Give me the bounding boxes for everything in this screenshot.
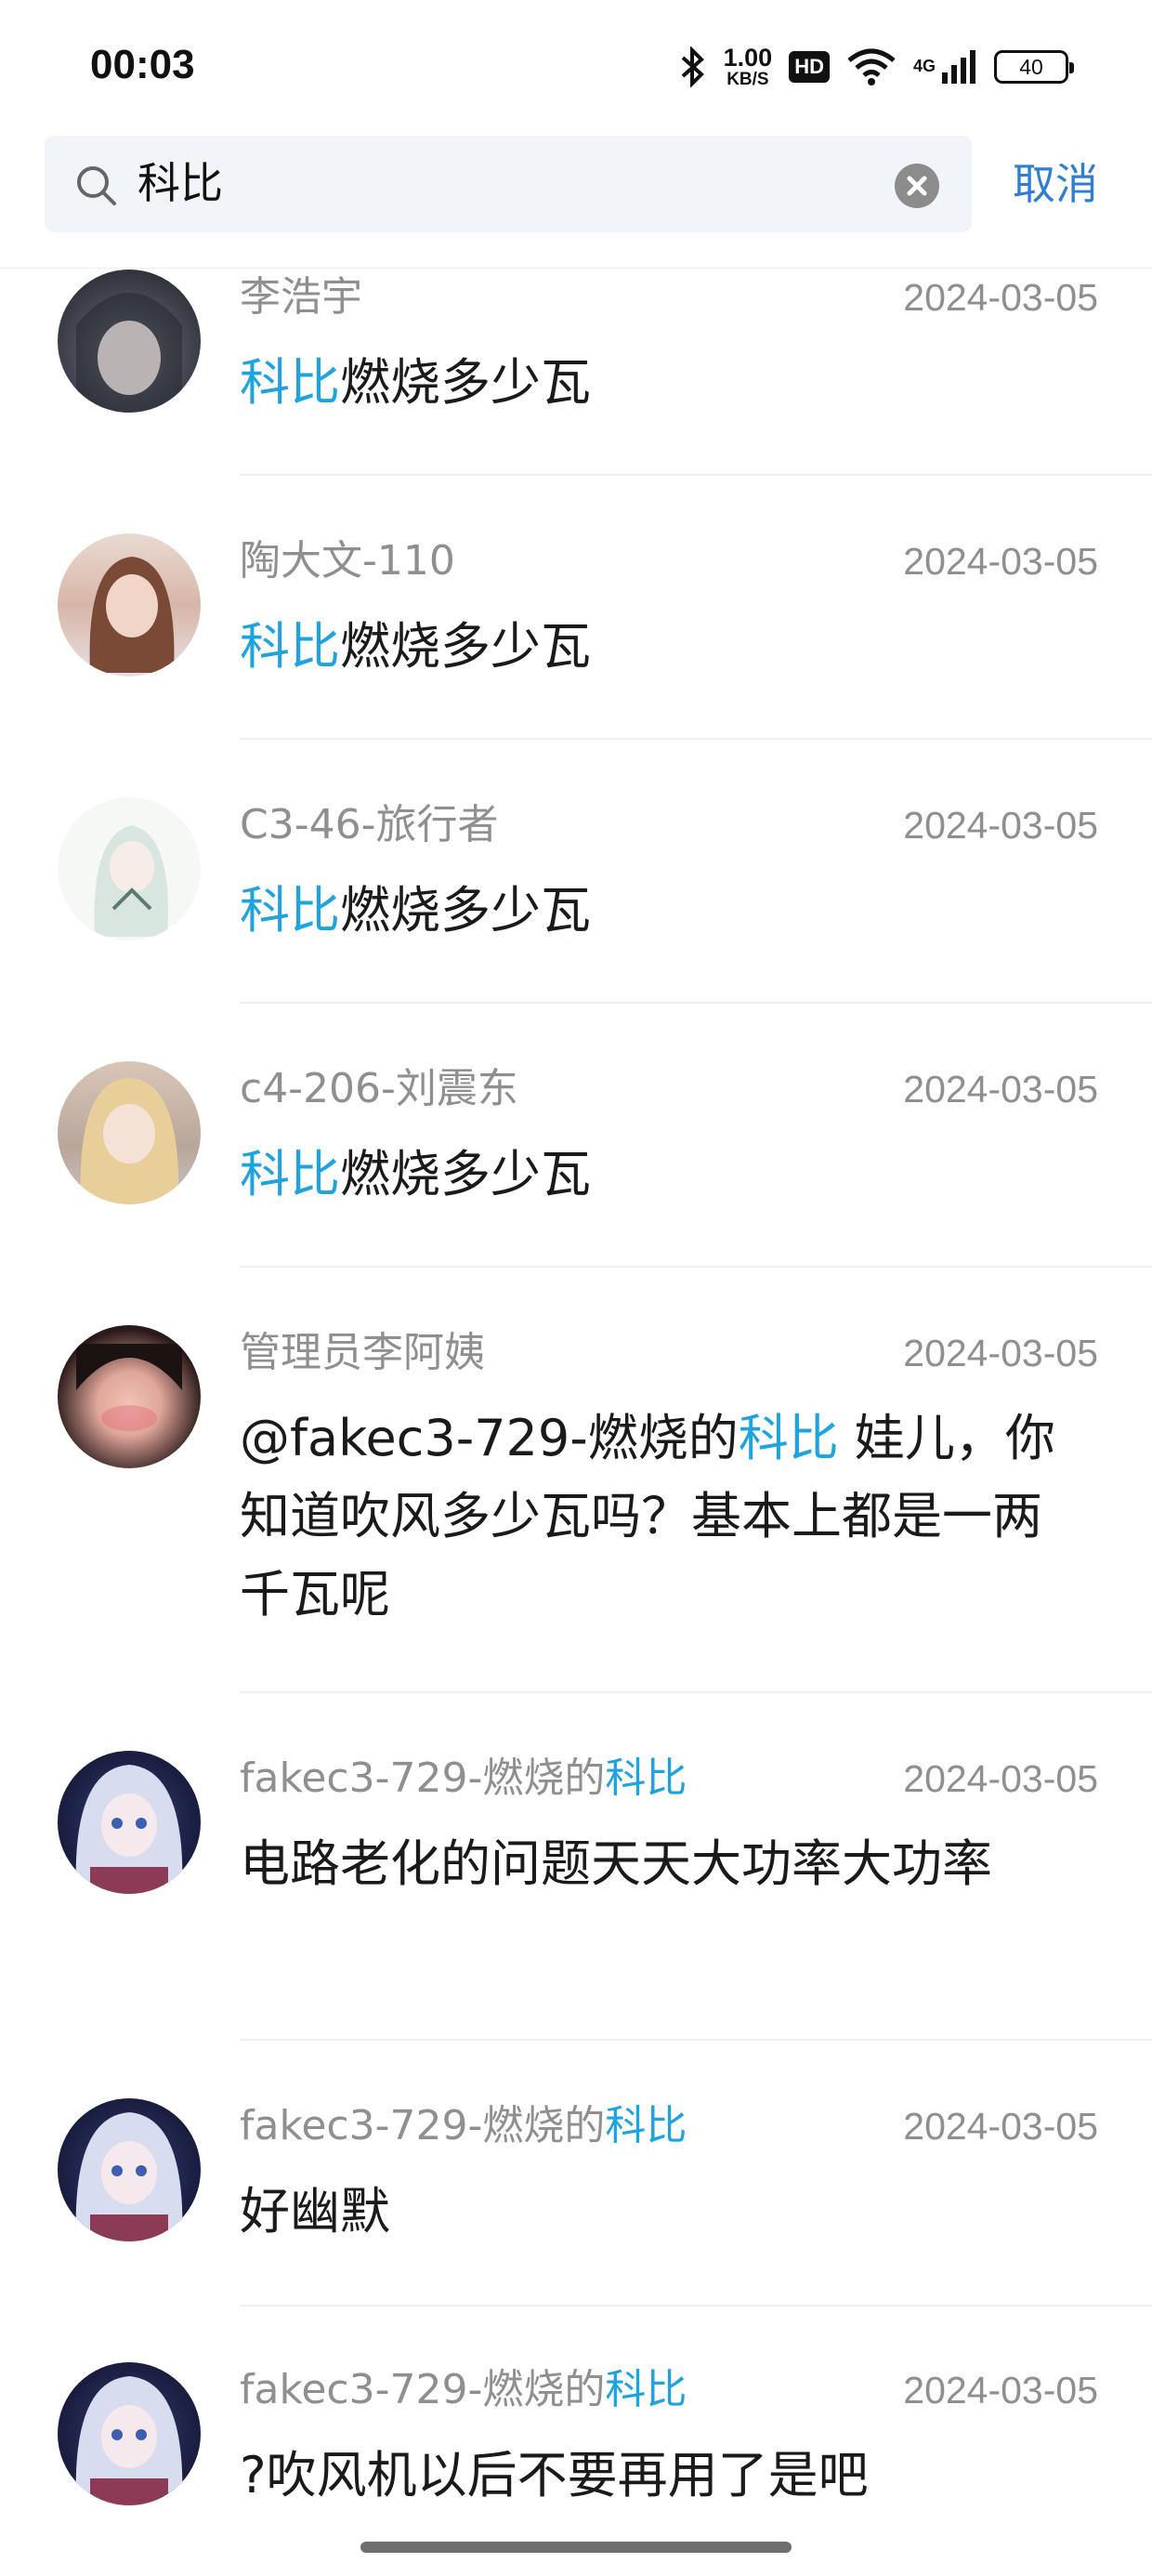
divider (240, 1691, 1152, 1693)
mention-text: @fakec3-729-燃烧的 (240, 1409, 739, 1467)
status-icons: 1.00 KB/S HD 4G 40 (679, 39, 1074, 95)
avatar (58, 533, 201, 677)
signal-bars-icon (942, 50, 975, 84)
network-speed-unit: KB/S (727, 70, 769, 89)
result-message: 科比燃烧多少瓦 (240, 872, 1076, 950)
highlight-keyword: 科比 (240, 617, 340, 676)
username-prefix: fakec3-729-燃烧的 (240, 2102, 606, 2149)
username-prefix: fakec3-729-燃烧的 (240, 2366, 606, 2413)
header-divider (0, 268, 1152, 269)
result-date: 2024-03-05 (903, 1757, 1098, 1800)
result-message: 电路老化的问题天天大功率大功率 (240, 1834, 992, 1893)
highlight-keyword: 科比 (738, 1409, 839, 1467)
divider (240, 2039, 1152, 2041)
battery-level: 40 (1019, 54, 1043, 79)
status-time: 00:03 (90, 42, 195, 87)
username-prefix: fakec3-729-燃烧的 (240, 1755, 606, 1802)
avatar (58, 797, 201, 940)
result-date: 2024-03-05 (903, 2105, 1098, 2148)
bluetooth-icon (681, 46, 704, 87)
search-icon (77, 166, 116, 205)
result-username: fakec3-729-燃烧的科比 (240, 1751, 687, 1807)
result-date: 2024-03-05 (903, 2369, 1098, 2412)
highlight-keyword: 科比 (605, 2102, 687, 2149)
divider (240, 474, 1152, 476)
network-speed: 1.00 KB/S (723, 44, 773, 89)
avatar (58, 2098, 201, 2241)
message-text: 燃烧多少瓦 (340, 617, 591, 676)
avatar (58, 2362, 201, 2505)
battery-icon: 40 (994, 50, 1074, 84)
result-username: fakec3-729-燃烧的科比 (240, 2362, 687, 2418)
highlight-keyword: 科比 (605, 1755, 687, 1802)
avatar (58, 1325, 201, 1468)
divider (240, 2305, 1152, 2307)
result-username: 管理员李阿姨 (240, 1329, 485, 1376)
highlight-keyword: 科比 (240, 881, 340, 940)
result-message: 好幽默 (240, 2182, 390, 2241)
avatar (58, 1061, 201, 1204)
network-type: 4G (912, 56, 936, 75)
result-message: 科比燃烧多少瓦 (240, 1136, 1076, 1214)
wifi-icon (847, 48, 896, 85)
result-message: 科比燃烧多少瓦 (240, 608, 1076, 686)
result-date: 2024-03-05 (903, 804, 1098, 847)
cancel-button[interactable]: 取消 (1013, 156, 1098, 212)
result-username: 陶大文-110 (240, 537, 455, 585)
result-date: 2024-03-05 (903, 276, 1098, 319)
message-text: 燃烧多少瓦 (340, 881, 591, 940)
result-message: ?吹风机以后不要再用了是吧 (240, 2446, 869, 2504)
result-date: 2024-03-05 (903, 1332, 1098, 1374)
divider (240, 738, 1152, 740)
divider (240, 1266, 1152, 1268)
highlight-keyword: 科比 (240, 1145, 340, 1203)
avatar (58, 269, 201, 413)
result-message: 科比燃烧多少瓦 (240, 344, 1076, 422)
divider (240, 1002, 1152, 1004)
search-input[interactable]: 科比 (45, 136, 972, 232)
highlight-keyword: 科比 (240, 353, 340, 412)
status-bar: 00:03 1.00 KB/S HD 4G 40 (0, 0, 1152, 130)
highlight-keyword: 科比 (605, 2366, 687, 2413)
message-text: 燃烧多少瓦 (340, 353, 591, 412)
result-date: 2024-03-05 (903, 540, 1098, 583)
home-indicator[interactable] (360, 2542, 792, 2553)
result-username: fakec3-729-燃烧的科比 (240, 2098, 687, 2154)
search-query[interactable]: 科比 (137, 154, 223, 212)
avatar (58, 1751, 201, 1894)
network-speed-value: 1.00 (723, 44, 773, 72)
cellular-signal: 4G (913, 48, 977, 85)
result-date: 2024-03-05 (903, 1068, 1098, 1111)
result-username: 李浩宇 (240, 273, 362, 321)
hd-badge: HD (789, 51, 830, 83)
message-text: 燃烧多少瓦 (340, 1145, 591, 1203)
result-message: @fakec3-729-燃烧的科比 娃儿，你知道吹风多少瓦吗？基本上都是一两千瓦… (240, 1400, 1076, 1634)
clear-search-icon[interactable] (895, 164, 939, 208)
result-username: C3-46-旅行者 (240, 801, 499, 848)
result-username: c4-206-刘震东 (240, 1065, 518, 1112)
